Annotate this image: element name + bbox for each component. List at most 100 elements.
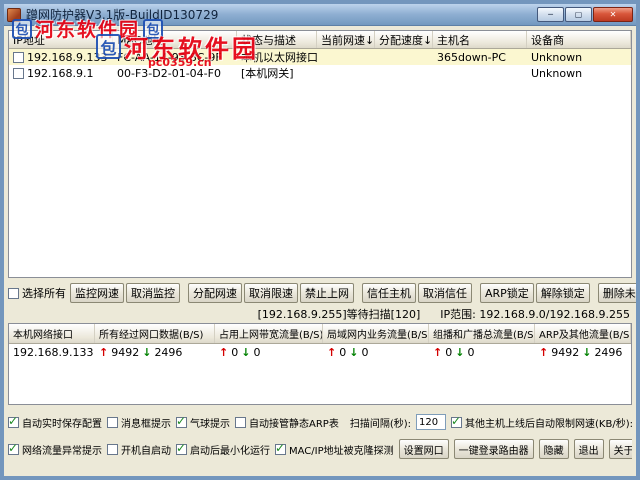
host-row[interactable]: 192.168.9.133 FC-AA-14-93-8C-9F 本机以太网接口 … (9, 49, 631, 65)
delete-offline-hosts-button[interactable]: 删除未上线主机 (598, 283, 640, 303)
host-mac: FC-AA-14-93-8C-9F (113, 51, 237, 64)
setting-label: 自动接管静态ARP表 (249, 415, 339, 430)
setting-label: 其他主机上线后自动限制网速(KB/秒): (465, 415, 632, 430)
assign-speed-button[interactable]: 分配网速 (188, 283, 242, 303)
scan-interval-input[interactable] (416, 414, 446, 430)
clone-detect-checkbox[interactable] (275, 444, 286, 455)
hosts-table-empty-area (9, 81, 631, 277)
col-hostname[interactable]: 主机名 (433, 31, 527, 48)
arp-unlock-button[interactable]: 解除锁定 (536, 283, 590, 303)
download-value: 0 (253, 346, 260, 359)
app-icon (7, 8, 21, 22)
col-ip[interactable]: IP地址 (9, 31, 113, 48)
host-status: 本机以太网接口 (237, 49, 317, 65)
hosts-table-header: IP地址 MAC地址 状态与描述 当前网速↓ 分配速度↓ 主机名 设备商 (9, 31, 631, 49)
setting-messagebox-alert[interactable]: 消息框提示 (107, 415, 171, 430)
messagebox-alert-checkbox[interactable] (107, 417, 118, 428)
close-button[interactable]: ✕ (593, 7, 633, 22)
hide-button[interactable]: 隐藏 (539, 439, 569, 459)
download-arrow-icon: ↓ (582, 346, 591, 359)
setting-auto-start[interactable]: 开机自启动 (107, 442, 171, 457)
auto-start-checkbox[interactable] (107, 444, 118, 455)
setting-start-minimized[interactable]: 启动后最小化运行 (176, 442, 270, 457)
traffic-table-header: 本机网络接口 所有经过网口数据(B/S) 占用上网带宽流量(B/S) 局域网内业… (9, 324, 631, 344)
setting-label: 自动实时保存配置 (22, 415, 102, 430)
arp-lock-button[interactable]: ARP锁定 (480, 283, 534, 303)
minimize-button[interactable]: ─ (537, 7, 564, 22)
window-controls: ─ ▢ ✕ (536, 7, 633, 22)
col-assigned-speed[interactable]: 分配速度↓ (375, 31, 433, 48)
setting-static-arp[interactable]: 自动接管静态ARP表 (235, 415, 339, 430)
row-checkbox[interactable] (13, 68, 24, 79)
download-arrow-icon: ↓ (455, 346, 464, 359)
upload-arrow-icon: ↑ (327, 346, 336, 359)
host-ip: 192.168.9.133 (27, 51, 107, 64)
host-name: 365down-PC (433, 51, 527, 64)
upload-arrow-icon: ↑ (539, 346, 548, 359)
balloon-tip-checkbox[interactable] (176, 417, 187, 428)
select-all[interactable]: 选择所有 (8, 285, 66, 301)
row-checkbox[interactable] (13, 52, 24, 63)
traffic-row[interactable]: 192.168.9.133 ↑ 9492 ↓ 2496 ↑ 0 ↓ 0 ↑ 0 … (9, 344, 631, 360)
col-interface: 本机网络接口 (9, 324, 95, 343)
scan-status-text: [192.168.9.255]等待扫描[120] (258, 306, 421, 321)
col-broadcast-traffic: 组播和广播总流量(B/S) (429, 324, 535, 343)
settings-row-2: 网络流量异常提示 开机自启动 启动后最小化运行 MAC/IP地址被克隆探测 设置… (8, 439, 632, 459)
monitor-speed-button[interactable]: 监控网速 (70, 283, 124, 303)
setting-balloon-tip[interactable]: 气球提示 (176, 415, 230, 430)
upload-value: 0 (445, 346, 452, 359)
speed-limit-checkbox[interactable] (451, 417, 462, 428)
toolbar: 选择所有 监控网速 取消监控 分配网速 取消限速 禁止上网 信任主机 取消信任 … (8, 282, 632, 304)
setting-clone-detect[interactable]: MAC/IP地址被克隆探测 (275, 442, 394, 457)
col-vendor[interactable]: 设备商 (527, 31, 631, 48)
host-row[interactable]: 192.168.9.1 00-F3-D2-01-04-F0 [本机网关] Unk… (9, 65, 631, 81)
col-lan-traffic: 局域网内业务流量(B/S) (323, 324, 429, 343)
col-arp-traffic: ARP及其他流量(B/S) (535, 324, 631, 343)
setting-speed-limit[interactable]: 其他主机上线后自动限制网速(KB/秒): (451, 415, 632, 430)
about-button[interactable]: 关于 (609, 439, 632, 459)
auto-save-checkbox[interactable] (8, 417, 19, 428)
static-arp-checkbox[interactable] (235, 417, 246, 428)
download-value: 2496 (154, 346, 182, 359)
cancel-monitor-button[interactable]: 取消监控 (126, 283, 180, 303)
col-status[interactable]: 状态与描述 (237, 31, 317, 48)
download-arrow-icon: ↓ (142, 346, 151, 359)
download-arrow-icon: ↓ (349, 346, 358, 359)
download-value: 0 (361, 346, 368, 359)
titlebar[interactable]: 蹭网防护器V3.1版-BuildID130729 ─ ▢ ✕ (4, 4, 636, 26)
client-area: IP地址 MAC地址 状态与描述 当前网速↓ 分配速度↓ 主机名 设备商 192… (4, 26, 636, 476)
download-arrow-icon: ↓ (241, 346, 250, 359)
exit-button[interactable]: 退出 (574, 439, 604, 459)
host-mac: 00-F3-D2-01-04-F0 (113, 67, 237, 80)
traffic-total: ↑ 9492 ↓ 2496 (95, 346, 215, 359)
setting-label: 启动后最小化运行 (190, 442, 270, 457)
host-vendor: Unknown (527, 51, 631, 64)
col-current-speed[interactable]: 当前网速↓ (317, 31, 375, 48)
block-internet-button[interactable]: 禁止上网 (300, 283, 354, 303)
window-title: 蹭网防护器V3.1版-BuildID130729 (26, 6, 218, 23)
setting-label: 气球提示 (190, 415, 230, 430)
login-router-button[interactable]: 一键登录路由器 (454, 439, 534, 459)
traffic-anomaly-checkbox[interactable] (8, 444, 19, 455)
col-internet-traffic: 占用上网带宽流量(B/S) (215, 324, 323, 343)
untrust-host-button[interactable]: 取消信任 (418, 283, 472, 303)
select-all-label: 选择所有 (22, 285, 66, 301)
col-mac[interactable]: MAC地址 (113, 31, 237, 48)
settings-row-1: 自动实时保存配置 消息框提示 气球提示 自动接管静态ARP表 扫描间隔(秒): … (8, 414, 632, 430)
download-value: 2496 (594, 346, 622, 359)
upload-value: 0 (339, 346, 346, 359)
traffic-interface: 192.168.9.133 (9, 346, 95, 359)
setting-auto-save-config[interactable]: 自动实时保存配置 (8, 415, 102, 430)
ip-range-text: IP范围: 192.168.9.0/192.168.9.255 (440, 306, 630, 321)
host-ip: 192.168.9.1 (27, 67, 93, 80)
download-value: 0 (467, 346, 474, 359)
cancel-limit-button[interactable]: 取消限速 (244, 283, 298, 303)
setting-traffic-anomaly-alert[interactable]: 网络流量异常提示 (8, 442, 102, 457)
maximize-button[interactable]: ▢ (565, 7, 592, 22)
start-minimized-checkbox[interactable] (176, 444, 187, 455)
trust-host-button[interactable]: 信任主机 (362, 283, 416, 303)
set-network-port-button[interactable]: 设置网口 (399, 439, 449, 459)
upload-value: 0 (231, 346, 238, 359)
select-all-checkbox[interactable] (8, 288, 19, 299)
scan-interval-label: 扫描间隔(秒): (350, 415, 411, 430)
